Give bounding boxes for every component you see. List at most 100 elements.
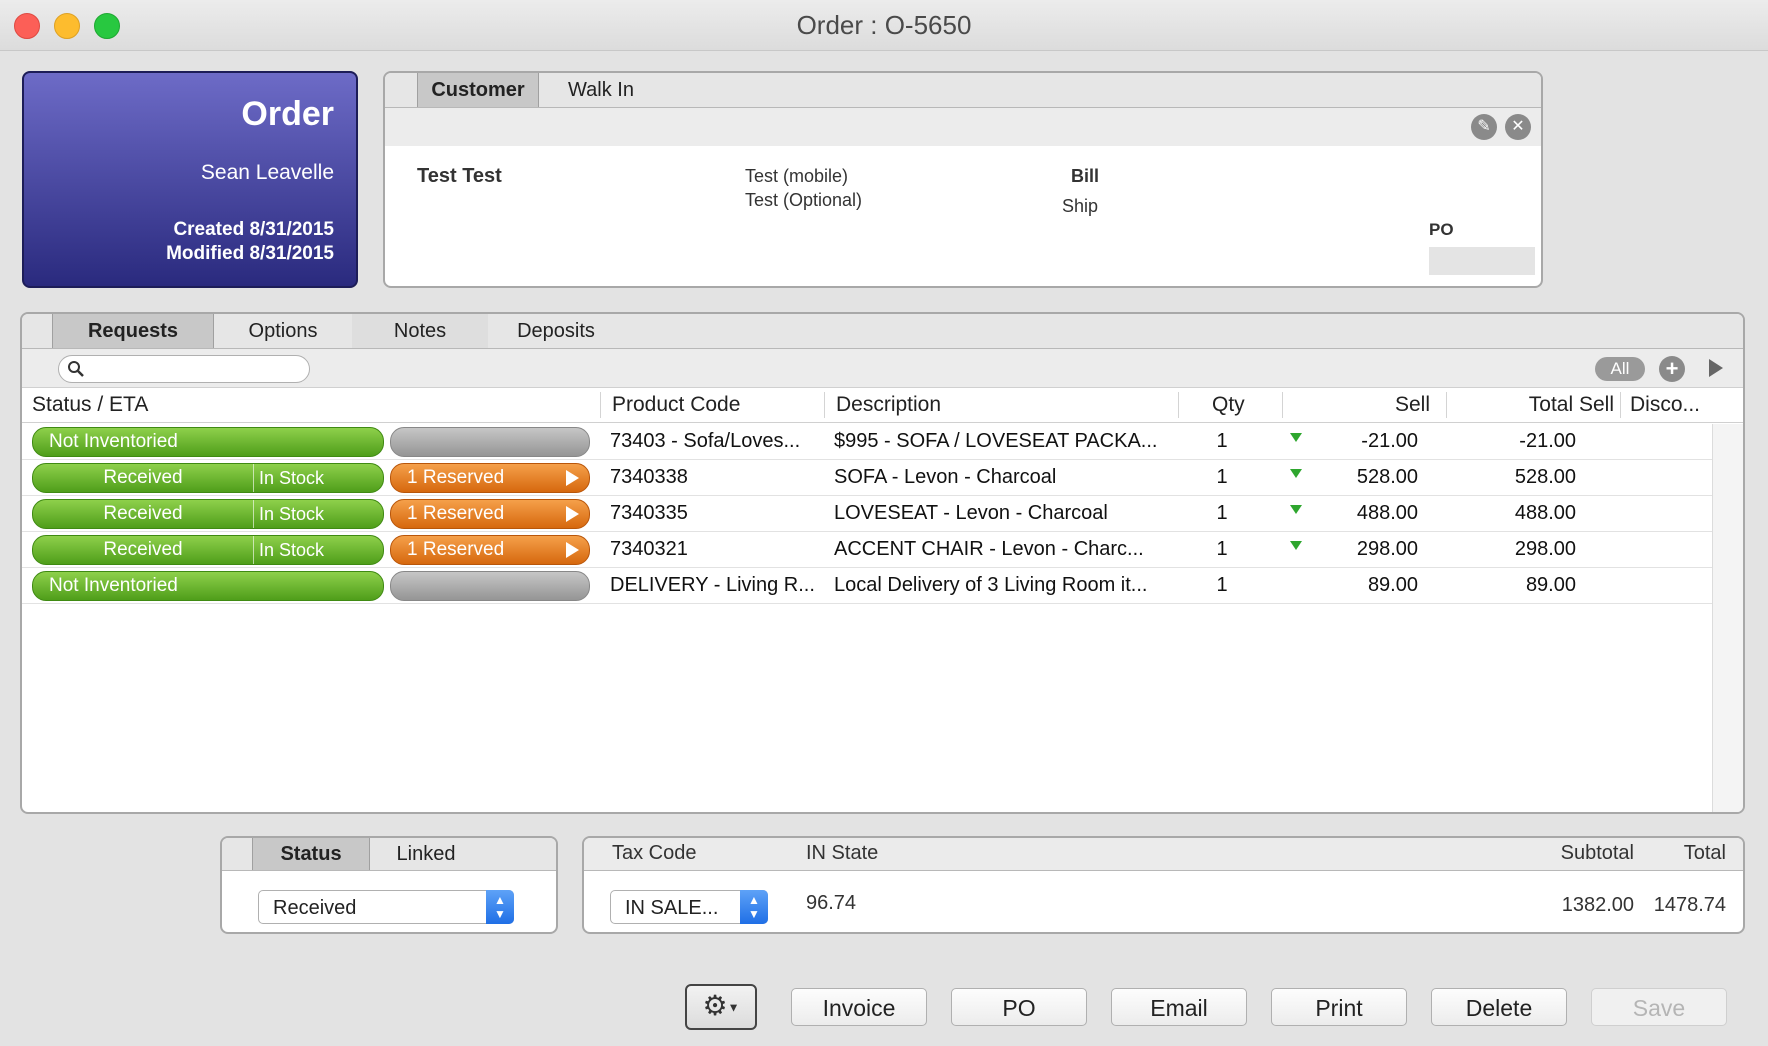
edit-icon[interactable]: ✎ <box>1471 114 1497 140</box>
chevron-down-icon: ▼ <box>727 1000 740 1015</box>
window-title: Order : O-5650 <box>796 10 972 40</box>
column-divider[interactable] <box>600 392 601 418</box>
col-qty[interactable]: Qty <box>1212 388 1245 422</box>
order-heading: Order <box>241 95 334 133</box>
eta-empty-pill[interactable] <box>390 571 590 601</box>
margin-indicator-icon <box>1290 505 1302 514</box>
tax-code-label: Tax Code <box>612 842 697 864</box>
tab-requests[interactable]: Requests <box>52 314 214 348</box>
stock-label: In Stock <box>259 504 325 524</box>
customer-tabs: Customer Walk In <box>385 73 1541 108</box>
invoice-button[interactable]: Invoice <box>791 988 927 1026</box>
col-description[interactable]: Description <box>836 388 941 422</box>
sell-cell: -21.00 <box>1361 430 1418 452</box>
tab-options[interactable]: Options <box>214 314 352 348</box>
actions-menu-button[interactable]: ⚙▼ <box>685 984 757 1030</box>
customer-name: Test Test <box>417 165 502 187</box>
status-select-value: Received <box>273 897 357 919</box>
table-row[interactable]: Not Inventoried 73403 - Sofa/Loves... $995… <box>22 423 1712 460</box>
pill-divider <box>253 536 254 564</box>
delete-button[interactable]: Delete <box>1431 988 1567 1026</box>
customer-action-bar: ✎ ✕ <box>385 108 1541 146</box>
column-divider[interactable] <box>1446 392 1447 418</box>
tax-code-select[interactable]: IN SALE... ▲ ▼ <box>610 890 768 924</box>
play-arrow-icon <box>566 542 579 558</box>
total-sell-cell: 89.00 <box>1525 574 1576 596</box>
print-button[interactable]: Print <box>1271 988 1407 1026</box>
status-pill-received[interactable]: Received In Stock <box>32 535 384 565</box>
status-pill-not-inventoried[interactable]: Not Inventoried <box>32 427 384 457</box>
tab-deposits[interactable]: Deposits <box>488 314 624 348</box>
state-tax-value: 96.74 <box>806 892 857 914</box>
description-cell: LOVESEAT - Levon - Charcoal <box>834 502 1108 524</box>
status-select[interactable]: Received ▲ ▼ <box>258 890 514 924</box>
col-status-eta[interactable]: Status / ETA <box>32 388 148 422</box>
col-product-code[interactable]: Product Code <box>612 388 740 422</box>
table-row[interactable]: Received In Stock 1 Reserved 7340335 LOVESEA… <box>22 495 1712 532</box>
requests-panel: Requests Options Notes Deposits All + St… <box>20 312 1745 814</box>
eta-empty-pill[interactable] <box>390 427 590 457</box>
tax-code-value: IN SALE... <box>625 897 719 919</box>
tab-notes[interactable]: Notes <box>352 314 488 348</box>
total-value: 1478.74 <box>1653 894 1726 916</box>
product-code-cell: DELIVERY - Living R... <box>610 574 815 596</box>
search-icon <box>68 361 84 377</box>
modified-date: Modified 8/31/2015 <box>166 243 334 264</box>
requests-tabs: Requests Options Notes Deposits <box>22 314 1743 349</box>
col-sell[interactable]: Sell <box>1382 388 1430 422</box>
total-sell-cell: -21.00 <box>1519 430 1576 452</box>
status-pill-not-inventoried[interactable]: Not Inventoried <box>32 571 384 601</box>
status-panel: Status Linked Received ▲ ▼ <box>220 836 558 934</box>
add-request-icon[interactable]: + <box>1659 356 1685 382</box>
col-discount[interactable]: Disco... <box>1630 388 1700 422</box>
vertical-scrollbar[interactable] <box>1712 424 1743 812</box>
tab-customer[interactable]: Customer <box>417 73 539 107</box>
description-cell: Local Delivery of 3 Living Room it... <box>834 574 1148 596</box>
tab-walk-in[interactable]: Walk In <box>539 73 663 107</box>
title-bar: Order : O-5650 <box>0 0 1768 51</box>
table-row[interactable]: Received In Stock 1 Reserved 7340338 SOFA - … <box>22 459 1712 496</box>
qty-cell: 1 <box>1216 574 1228 596</box>
column-divider[interactable] <box>824 392 825 418</box>
sell-cell: 298.00 <box>1356 538 1418 560</box>
description-cell: SOFA - Levon - Charcoal <box>834 466 1057 488</box>
column-divider[interactable] <box>1282 392 1283 418</box>
clear-icon[interactable]: ✕ <box>1505 114 1531 140</box>
reserved-label: 1 Reserved <box>407 539 505 560</box>
filter-all-button[interactable]: All <box>1595 357 1645 381</box>
table-row[interactable]: Not Inventoried DELIVERY - Living R... Loc… <box>22 567 1712 604</box>
status-pill-received[interactable]: Received In Stock <box>32 463 384 493</box>
column-divider[interactable] <box>1620 392 1621 418</box>
gear-icon: ⚙ <box>702 990 728 1021</box>
reserved-pill[interactable]: 1 Reserved <box>390 535 590 565</box>
created-date: Created 8/31/2015 <box>173 219 334 240</box>
customer-phone-mobile: Test (mobile) <box>745 166 849 186</box>
table-row[interactable]: Received In Stock 1 Reserved 7340321 ACCENT … <box>22 531 1712 568</box>
status-label: Not Inventoried <box>49 431 178 452</box>
col-total-sell[interactable]: Total Sell <box>1492 388 1614 422</box>
save-button[interactable]: Save <box>1591 988 1727 1026</box>
search-input[interactable] <box>58 355 310 383</box>
qty-cell: 1 <box>1216 430 1228 452</box>
reserved-pill[interactable]: 1 Reserved <box>390 499 590 529</box>
salesperson-name: Sean Leavelle <box>200 161 334 184</box>
reserved-label: 1 Reserved <box>407 467 505 488</box>
tab-linked[interactable]: Linked <box>370 838 482 870</box>
reserved-pill[interactable]: 1 Reserved <box>390 463 590 493</box>
tab-status[interactable]: Status <box>252 838 370 870</box>
margin-indicator-icon <box>1290 469 1302 478</box>
column-divider[interactable] <box>1178 392 1179 418</box>
po-field[interactable] <box>1429 247 1535 275</box>
email-button[interactable]: Email <box>1111 988 1247 1026</box>
status-pill-received[interactable]: Received In Stock <box>32 499 384 529</box>
stock-label: In Stock <box>259 540 325 560</box>
play-arrow-icon <box>566 470 579 486</box>
customer-panel: Customer Walk In ✎ ✕ Test Test Test (mob… <box>383 71 1543 288</box>
description-cell: ACCENT CHAIR - Levon - Charc... <box>834 538 1144 560</box>
margin-indicator-icon <box>1290 433 1302 442</box>
product-code-cell: 7340321 <box>610 538 688 560</box>
po-button[interactable]: PO <box>951 988 1087 1026</box>
expand-arrow-icon[interactable] <box>1709 359 1723 377</box>
sell-cell: 528.00 <box>1356 466 1418 488</box>
pill-divider <box>253 464 254 492</box>
